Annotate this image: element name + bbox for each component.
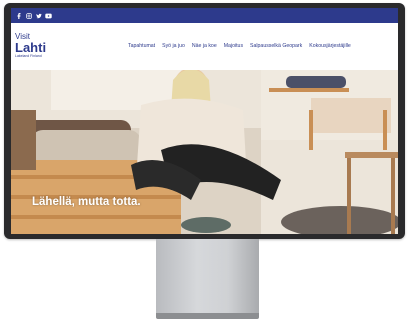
monitor-stand-base: [156, 313, 259, 319]
youtube-icon[interactable]: [45, 12, 52, 19]
twitter-icon[interactable]: [35, 12, 42, 19]
social-bar: [11, 8, 398, 23]
hero-photo: [11, 70, 398, 234]
visit-lahti-logo[interactable]: Visit Lahti Lakeland Finland: [15, 33, 46, 59]
main-nav: Tapahtumat Syö ja juo Näe ja koe Majoitu…: [128, 43, 351, 49]
nav-item-eat-drink[interactable]: Syö ja juo: [162, 43, 185, 49]
monitor-stand: [156, 239, 259, 315]
hero-title: Lähellä, mutta totta.: [32, 196, 141, 208]
screen: Visit Lahti Lakeland Finland Tapahtumat …: [11, 8, 398, 234]
nav-item-accommodation[interactable]: Majoitus: [224, 43, 243, 49]
nav-item-see-do[interactable]: Näe ja koe: [192, 43, 217, 49]
logo-line-lahti: Lahti: [15, 40, 47, 55]
instagram-icon[interactable]: [25, 12, 32, 19]
facebook-icon[interactable]: [15, 12, 22, 19]
nav-item-events[interactable]: Tapahtumat: [128, 43, 155, 49]
hero-banner: [11, 70, 398, 234]
nav-item-geopark[interactable]: Salpausselkä Geopark: [250, 43, 302, 49]
navbar: Visit Lahti Lakeland Finland Tapahtumat …: [11, 23, 398, 70]
monitor: Visit Lahti Lakeland Finland Tapahtumat …: [4, 3, 405, 239]
nav-item-meeting-organizers[interactable]: Kokousjärjestäjille: [309, 43, 351, 49]
logo-tagline: Lakeland Finland: [15, 54, 42, 58]
